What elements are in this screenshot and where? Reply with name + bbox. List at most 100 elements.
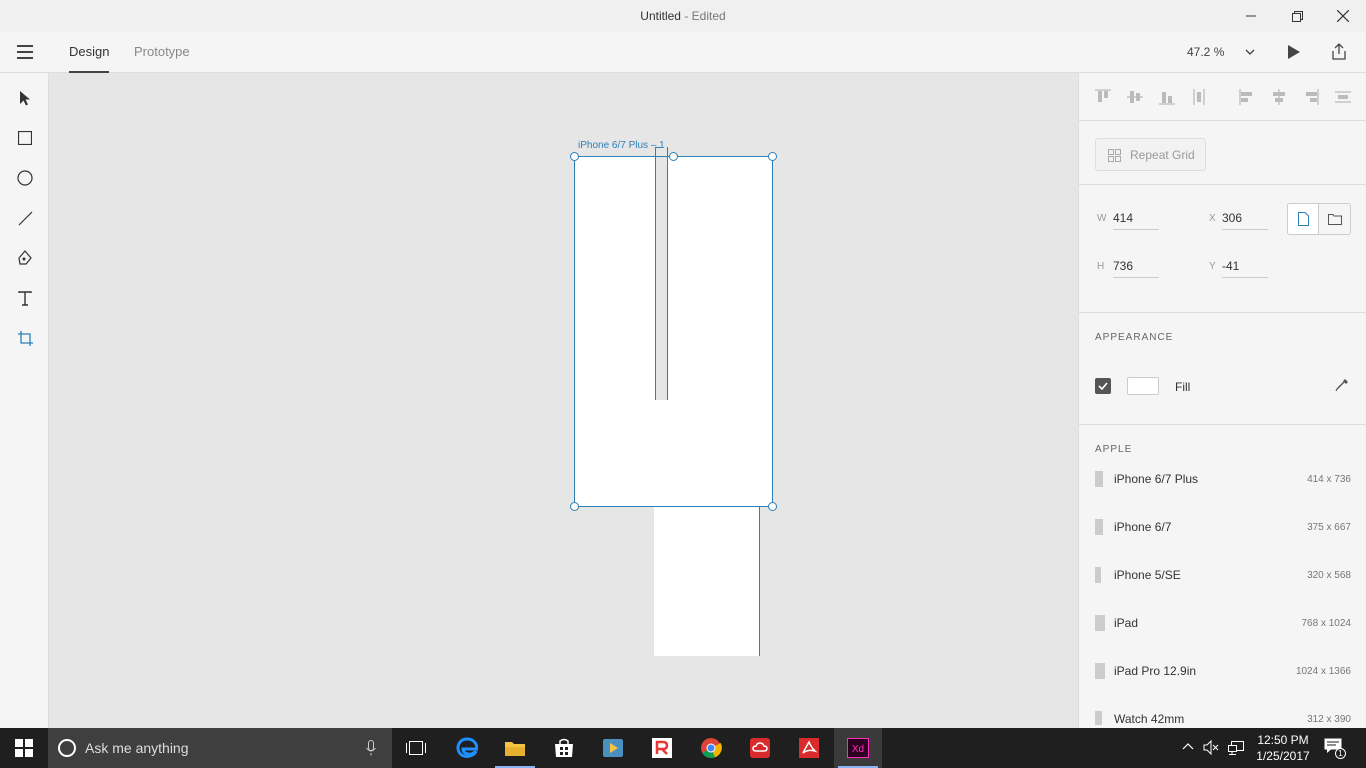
device-phone-icon [1095, 471, 1103, 487]
taskbar-app-store[interactable] [540, 728, 588, 768]
x-label: X [1209, 213, 1216, 224]
device-preset[interactable]: iPhone 5/SE 320 x 568 [1095, 565, 1351, 589]
tab-design[interactable]: Design [69, 44, 110, 73]
resize-handle-top-right[interactable] [768, 152, 777, 161]
height-field[interactable]: 736 [1113, 258, 1159, 278]
y-field[interactable]: -41 [1222, 258, 1268, 278]
tools-sidebar [0, 73, 49, 728]
clock-date: 1/25/2017 [1256, 749, 1310, 763]
portrait-button[interactable] [1287, 203, 1319, 235]
y-label: Y [1209, 261, 1216, 272]
artboard-tool[interactable] [12, 325, 38, 351]
device-watch-icon [1095, 711, 1102, 725]
apple-heading: APPLE [1095, 444, 1133, 455]
fill-checkbox[interactable] [1095, 378, 1111, 394]
pointer-icon [20, 91, 30, 106]
resize-handle-top-left[interactable] [570, 152, 579, 161]
align-center-icon[interactable] [1271, 89, 1287, 105]
adobe-xd-icon: Xd [847, 738, 869, 758]
taskbar-app-edge[interactable] [443, 728, 491, 768]
selection-outline [574, 147, 773, 656]
clock-time: 12:50 PM [1257, 733, 1309, 747]
search-placeholder: Ask me anything [85, 740, 189, 756]
line-tool[interactable] [12, 205, 38, 231]
resize-handle-bottom-left[interactable] [570, 502, 579, 511]
minimize-icon [1246, 15, 1256, 17]
distribute-horizontal-icon[interactable] [1335, 89, 1351, 105]
x-field[interactable]: 306 [1222, 210, 1268, 230]
taskbar-app-creative-cloud[interactable] [736, 728, 784, 768]
align-bottom-icon[interactable] [1159, 89, 1175, 105]
close-icon [1337, 10, 1349, 22]
taskbar-app-adobe-xd[interactable]: Xd [834, 728, 882, 768]
eyedropper-icon[interactable] [1335, 378, 1349, 392]
chevron-down-icon[interactable] [1245, 48, 1255, 56]
pen-tool[interactable] [12, 245, 38, 271]
taskbar-app-chrome[interactable] [687, 728, 735, 768]
store-icon [555, 738, 573, 757]
edited-status: - Edited [684, 9, 726, 23]
align-middle-icon[interactable] [1127, 89, 1143, 105]
acrobat-icon [799, 738, 819, 758]
task-view-icon [406, 741, 426, 755]
action-center-button[interactable]: 1 [1324, 738, 1346, 759]
taskbar-app-rstudio[interactable] [638, 728, 686, 768]
microphone-icon[interactable] [366, 740, 376, 756]
artboard-icon [17, 330, 33, 346]
device-phone-icon [1095, 567, 1101, 583]
taskbar-app-media-player[interactable] [589, 728, 637, 768]
restore-button[interactable] [1274, 0, 1320, 32]
windows-logo-icon [15, 739, 33, 757]
share-icon[interactable] [1331, 43, 1347, 60]
appearance-heading: APPEARANCE [1095, 332, 1174, 343]
align-left-icon[interactable] [1239, 89, 1255, 105]
ellipse-tool[interactable] [12, 165, 38, 191]
cortana-search[interactable]: Ask me anything [48, 728, 392, 768]
volume-muted-icon[interactable] [1203, 740, 1219, 755]
rectangle-tool[interactable] [12, 125, 38, 151]
design-canvas[interactable]: iPhone 6/7 Plus – 1 [49, 73, 1078, 728]
device-size: 768 x 1024 [1301, 618, 1352, 629]
task-view-button[interactable] [392, 728, 440, 768]
zoom-level[interactable]: 47.2 % [1187, 45, 1224, 59]
device-preset[interactable]: iPad Pro 12.9in 1024 x 1366 [1095, 661, 1351, 685]
device-name: iPhone 6/7 Plus [1114, 472, 1199, 486]
device-preset[interactable]: iPhone 6/7 375 x 667 [1095, 517, 1351, 541]
align-right-icon[interactable] [1303, 89, 1319, 105]
play-preview-icon[interactable] [1287, 45, 1300, 59]
network-icon[interactable] [1228, 740, 1245, 755]
landscape-button[interactable] [1319, 203, 1351, 235]
start-button[interactable] [0, 728, 48, 768]
device-name: iPhone 6/7 [1114, 520, 1172, 534]
fill-color-swatch[interactable] [1127, 377, 1159, 395]
taskbar-app-acrobat[interactable] [785, 728, 833, 768]
minimize-button[interactable] [1228, 0, 1274, 32]
device-preset[interactable]: Watch 42mm 312 x 390 [1095, 709, 1351, 728]
appearance-section [1079, 313, 1366, 425]
distribute-vertical-icon[interactable] [1191, 89, 1207, 105]
rectangle-icon [18, 131, 32, 145]
repeat-grid-button[interactable]: Repeat Grid [1095, 138, 1206, 171]
close-button[interactable] [1320, 0, 1366, 32]
chevron-up-icon[interactable] [1182, 742, 1194, 750]
transform-section: W 414 X 306 H 736 Y -41 [1079, 185, 1366, 313]
device-size: 312 x 390 [1307, 714, 1351, 725]
resize-handle-bottom-right[interactable] [768, 502, 777, 511]
tab-prototype[interactable]: Prototype [134, 44, 190, 59]
text-icon [18, 290, 32, 306]
align-top-icon[interactable] [1095, 89, 1111, 105]
width-field[interactable]: 414 [1113, 210, 1159, 230]
taskbar-app-file-explorer[interactable] [491, 728, 539, 768]
edge-icon [456, 737, 478, 758]
resize-handle-top-middle[interactable] [669, 152, 678, 161]
property-inspector: Repeat Grid W 414 X 306 H 736 Y -41 APPE… [1078, 73, 1366, 728]
document-name: Untitled [640, 9, 681, 23]
device-preset[interactable]: iPad 768 x 1024 [1095, 613, 1351, 637]
select-tool[interactable] [12, 85, 38, 111]
repeat-grid-label: Repeat Grid [1130, 147, 1195, 162]
line-icon [18, 211, 32, 225]
device-preset[interactable]: iPhone 6/7 Plus 414 x 736 [1095, 469, 1351, 493]
menu-icon[interactable] [17, 45, 33, 59]
system-clock[interactable]: 12:50 PM 1/25/2017 [1250, 732, 1316, 764]
text-tool[interactable] [12, 285, 38, 311]
